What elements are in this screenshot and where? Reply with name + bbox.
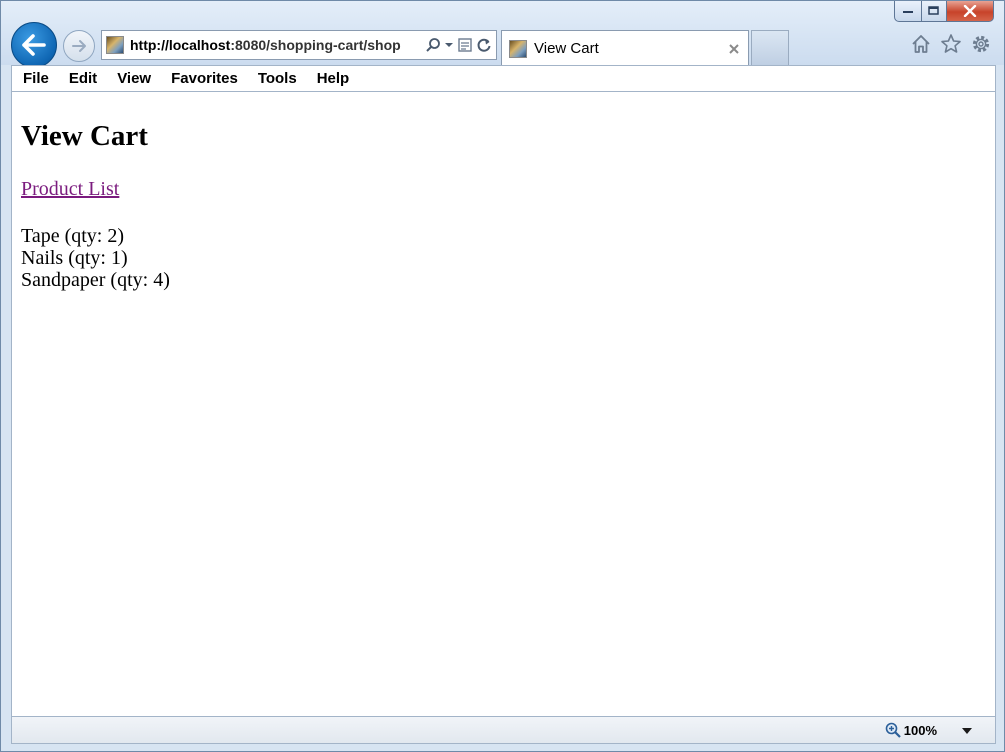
menu-help[interactable]: Help: [306, 70, 359, 87]
tab-view-cart[interactable]: View Cart: [501, 30, 749, 66]
address-url[interactable]: http://localhost:8080/shopping-cart/shop: [130, 37, 425, 53]
close-icon: [963, 5, 977, 17]
refresh-icon: [477, 38, 491, 52]
address-bar-icons: [425, 37, 492, 53]
back-button[interactable]: [11, 22, 57, 68]
zoom-level: 100%: [903, 722, 937, 738]
back-arrow-icon: [22, 34, 46, 56]
minimize-icon: [903, 11, 913, 13]
close-tab-icon: [729, 43, 739, 54]
menu-view[interactable]: View: [106, 70, 160, 87]
home-icon: [912, 35, 930, 53]
status-bar: 100%: [11, 716, 996, 744]
home-button[interactable]: [910, 33, 932, 55]
menu-tools[interactable]: Tools: [247, 70, 306, 87]
page-content: View Cart Product List Tape (qty: 2) Nai…: [11, 92, 996, 716]
dropdown-arrow-icon: [445, 43, 453, 47]
favorites-star-icon: [941, 34, 961, 53]
maximize-button[interactable]: [922, 1, 947, 22]
browser-window: http://localhost:8080/shopping-cart/shop…: [0, 0, 1005, 752]
cart-item: Nails (qty: 1): [21, 247, 128, 269]
gear-icon: [972, 35, 990, 53]
url-path: :8080/shopping-cart/shop: [230, 37, 401, 53]
dropdown-arrow-icon: [962, 728, 972, 734]
restore-icon: [928, 6, 939, 15]
refresh-button[interactable]: [476, 37, 492, 53]
menu-bar: File Edit View Favorites Tools Help: [11, 65, 996, 92]
zoom-control[interactable]: 100%: [884, 721, 937, 739]
search-icon: [426, 38, 440, 52]
zoom-dropdown[interactable]: [961, 723, 973, 741]
close-window-button[interactable]: [947, 1, 994, 22]
caption-buttons: [894, 1, 994, 23]
title-bar: http://localhost:8080/shopping-cart/shop…: [1, 1, 1004, 68]
compatibility-view-icon: [458, 38, 472, 52]
tab-favicon-icon: [509, 39, 527, 58]
cart-item: Sandpaper (qty: 4): [21, 269, 170, 291]
tools-button[interactable]: [970, 33, 992, 55]
cart-item-list: Tape (qty: 2) Nails (qty: 1) Sandpaper (…: [21, 225, 170, 291]
tab-close-button[interactable]: [723, 43, 745, 55]
search-dropdown[interactable]: [444, 41, 454, 49]
minimize-button[interactable]: [894, 1, 922, 22]
page-title: View Cart: [21, 120, 148, 152]
menu-file[interactable]: File: [12, 70, 58, 87]
menu-edit[interactable]: Edit: [58, 70, 106, 87]
tab-title: View Cart: [534, 40, 599, 57]
product-list-link[interactable]: Product List: [21, 178, 119, 201]
toolbar-icons: [910, 33, 992, 55]
cart-item: Tape (qty: 2): [21, 225, 125, 247]
site-favicon-icon: [106, 36, 124, 54]
menu-favorites[interactable]: Favorites: [160, 70, 247, 87]
new-tab-button[interactable]: [751, 30, 789, 65]
search-button[interactable]: [425, 37, 441, 53]
compatibility-view-button[interactable]: [457, 37, 473, 53]
forward-button[interactable]: [63, 30, 95, 62]
favorites-button[interactable]: [940, 33, 962, 55]
zoom-icon: [885, 722, 901, 738]
forward-arrow-icon: [72, 40, 86, 52]
address-bar[interactable]: http://localhost:8080/shopping-cart/shop: [101, 30, 497, 60]
url-host: http://localhost: [130, 37, 231, 53]
